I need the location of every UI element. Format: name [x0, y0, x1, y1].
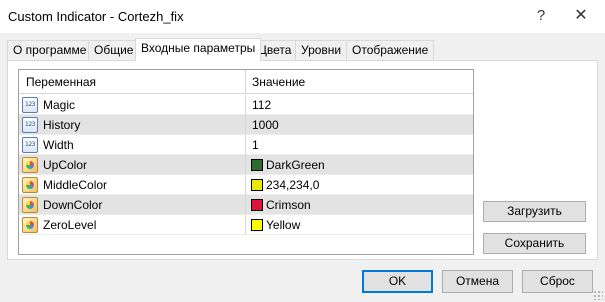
table-row[interactable]: 123 History 1000	[19, 115, 473, 135]
color-swatch	[251, 199, 263, 211]
tab-about[interactable]: О программе	[7, 40, 93, 60]
table-row[interactable]: ZeroLevel Yellow	[19, 215, 473, 235]
help-icon[interactable]: ?	[530, 6, 552, 26]
reset-button[interactable]: Сброс	[522, 270, 593, 293]
color-swatch	[251, 179, 263, 191]
variable-cell[interactable]: DownColor	[19, 195, 246, 215]
variable-cell[interactable]: UpColor	[19, 155, 246, 175]
color-swatch	[251, 219, 263, 231]
variable-name: MiddleColor	[43, 178, 108, 192]
value-cell[interactable]: Crimson	[246, 195, 473, 215]
palette-icon	[22, 197, 38, 213]
variable-cell[interactable]: MiddleColor	[19, 175, 246, 195]
window-title: Custom Indicator - Cortezh_fix	[8, 9, 184, 24]
tab-levels[interactable]: Уровни	[295, 40, 348, 60]
column-header-variable[interactable]: Переменная	[19, 70, 246, 94]
value-cell[interactable]: Yellow	[246, 215, 473, 235]
table-row[interactable]: 123 Width 1	[19, 135, 473, 155]
variable-name: ZeroLevel	[43, 218, 97, 232]
title-bar: Custom Indicator - Cortezh_fix ? ✕	[0, 0, 605, 33]
cancel-button[interactable]: Отмена	[442, 270, 513, 293]
resize-grip-icon[interactable]	[593, 290, 603, 300]
variable-name: Magic	[43, 98, 76, 112]
table-row[interactable]: UpColor DarkGreen	[19, 155, 473, 175]
value-cell[interactable]: 1000	[246, 115, 473, 135]
variable-name: History	[43, 118, 81, 132]
palette-icon	[22, 157, 38, 173]
tab-visualization[interactable]: Отображение	[346, 40, 435, 60]
number-icon: 123	[22, 97, 38, 113]
variable-value: 112	[252, 98, 272, 112]
table-row[interactable]: MiddleColor 234,234,0	[19, 175, 473, 195]
palette-icon	[22, 177, 38, 193]
value-cell[interactable]: 234,234,0	[246, 175, 473, 195]
table-row[interactable]: DownColor Crimson	[19, 195, 473, 215]
load-button[interactable]: Загрузить	[483, 201, 586, 222]
value-cell[interactable]: DarkGreen	[246, 155, 473, 175]
ok-button[interactable]: OK	[362, 270, 433, 293]
variable-value: 1	[252, 138, 259, 152]
parameters-grid: Переменная Значение 123 Magic 112 123 Histor…	[18, 69, 474, 255]
tab-strip: О программе Общие Входные параметры Цвет…	[7, 38, 435, 61]
grid-header: Переменная Значение	[19, 70, 473, 94]
variable-cell[interactable]: 123 Width	[19, 135, 246, 155]
variable-cell[interactable]: 123 Magic	[19, 95, 246, 115]
column-header-value[interactable]: Значение	[246, 70, 473, 94]
color-swatch	[251, 159, 263, 171]
variable-cell[interactable]: ZeroLevel	[19, 215, 246, 235]
variable-value: 1000	[252, 118, 279, 132]
tab-common[interactable]: Общие	[88, 40, 140, 60]
tab-inputs[interactable]: Входные параметры	[135, 38, 262, 61]
value-cell[interactable]: 1	[246, 135, 473, 155]
variable-name: UpColor	[43, 158, 88, 172]
variable-value: Yellow	[266, 218, 301, 232]
variable-cell[interactable]: 123 History	[19, 115, 246, 135]
value-cell[interactable]: 112	[246, 95, 473, 115]
save-button[interactable]: Сохранить	[483, 233, 586, 254]
palette-icon	[22, 217, 38, 233]
close-icon[interactable]: ✕	[570, 6, 592, 26]
variable-value: Crimson	[266, 198, 311, 212]
table-row[interactable]: 123 Magic 112	[19, 95, 473, 115]
variable-value: 234,234,0	[266, 178, 320, 192]
number-icon: 123	[22, 137, 38, 153]
number-icon: 123	[22, 117, 38, 133]
variable-name: DownColor	[43, 198, 103, 212]
variable-value: DarkGreen	[266, 158, 325, 172]
variable-name: Width	[43, 138, 74, 152]
